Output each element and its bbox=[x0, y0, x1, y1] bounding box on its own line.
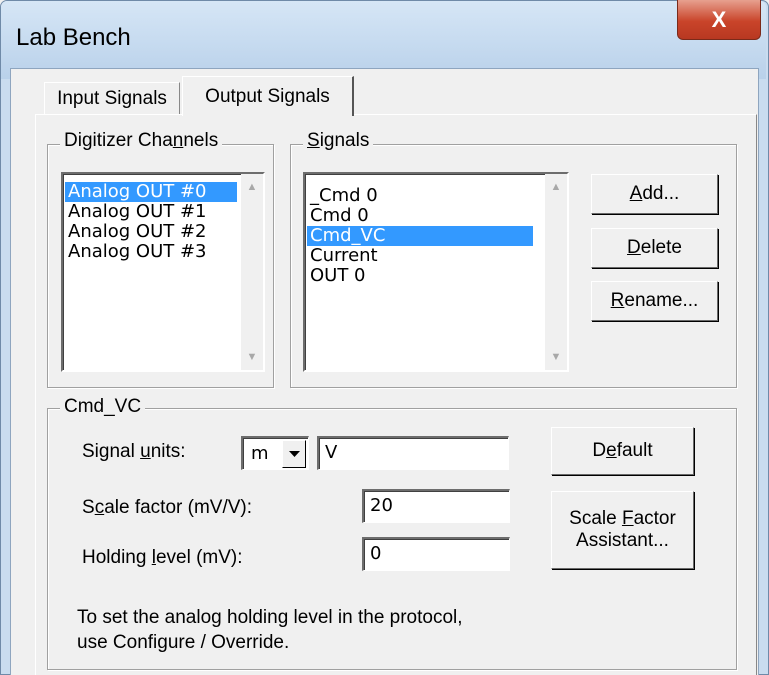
signals-scrollbar[interactable]: ▲ ▼ bbox=[545, 174, 567, 370]
digitizer-scrollbar[interactable]: ▲ ▼ bbox=[241, 174, 263, 370]
scroll-up-icon[interactable]: ▲ bbox=[545, 176, 567, 198]
signal-units-label: Signal units: bbox=[82, 441, 186, 462]
scroll-down-icon[interactable]: ▼ bbox=[545, 346, 567, 368]
scale-factor-label: Scale factor (mV/V): bbox=[82, 497, 253, 518]
default-button[interactable]: Default bbox=[551, 427, 694, 475]
chevron-down-icon[interactable] bbox=[282, 440, 306, 468]
scale-factor-input[interactable]: 20 bbox=[362, 489, 510, 523]
holding-level-input[interactable]: 0 bbox=[362, 537, 510, 571]
scroll-up-icon[interactable]: ▲ bbox=[241, 176, 263, 198]
signals-list[interactable]: ▲ ▼ _Cmd 0 Cmd 0 Cmd_VC Current OUT 0 bbox=[303, 172, 569, 372]
tab-output-signals[interactable]: Output Signals bbox=[182, 76, 354, 116]
scale-factor-assistant-button[interactable]: Scale Factor Assistant... bbox=[551, 491, 694, 569]
close-icon: X bbox=[711, 6, 727, 32]
close-button[interactable]: X bbox=[677, 0, 761, 40]
holding-level-label: Holding level (mV): bbox=[82, 547, 243, 568]
units-prefix-select[interactable]: m bbox=[241, 436, 309, 470]
signal-settings-label: Cmd_VC bbox=[60, 396, 146, 418]
holding-note-line-1: To set the analog holding level in the p… bbox=[77, 607, 463, 628]
list-item[interactable]: Cmd_VC bbox=[307, 226, 533, 246]
units-prefix-value: m bbox=[251, 443, 269, 464]
digitizer-channels-list[interactable]: ▲ ▼ Analog OUT #0 Analog OUT #1 Analog O… bbox=[61, 172, 265, 372]
window-title: Lab Bench bbox=[16, 24, 131, 51]
tab-input-signals[interactable]: Input Signals bbox=[44, 82, 180, 114]
holding-note-line-2: use Configure / Override. bbox=[77, 632, 290, 653]
list-item[interactable]: _Cmd 0 bbox=[307, 186, 533, 206]
tab-output-signals-label: Output Signals bbox=[205, 85, 330, 107]
list-item[interactable]: Analog OUT #1 bbox=[65, 202, 237, 222]
delete-button[interactable]: Delete bbox=[591, 228, 718, 268]
signal-units-input[interactable]: V bbox=[317, 436, 509, 470]
add-button[interactable]: Add... bbox=[591, 174, 718, 214]
signals-label: Signals bbox=[303, 130, 374, 152]
tab-input-signals-label: Input Signals bbox=[57, 87, 167, 109]
digitizer-channels-label: Digitizer Channels bbox=[60, 130, 223, 152]
list-item[interactable]: OUT 0 bbox=[307, 266, 533, 286]
list-item[interactable]: Cmd 0 bbox=[307, 206, 533, 226]
list-item[interactable]: Analog OUT #2 bbox=[65, 222, 237, 242]
list-item[interactable]: Analog OUT #3 bbox=[65, 242, 237, 262]
list-item[interactable]: Current bbox=[307, 246, 533, 266]
list-item[interactable]: Analog OUT #0 bbox=[65, 182, 237, 202]
scroll-down-icon[interactable]: ▼ bbox=[241, 346, 263, 368]
rename-button[interactable]: Rename... bbox=[591, 281, 718, 321]
